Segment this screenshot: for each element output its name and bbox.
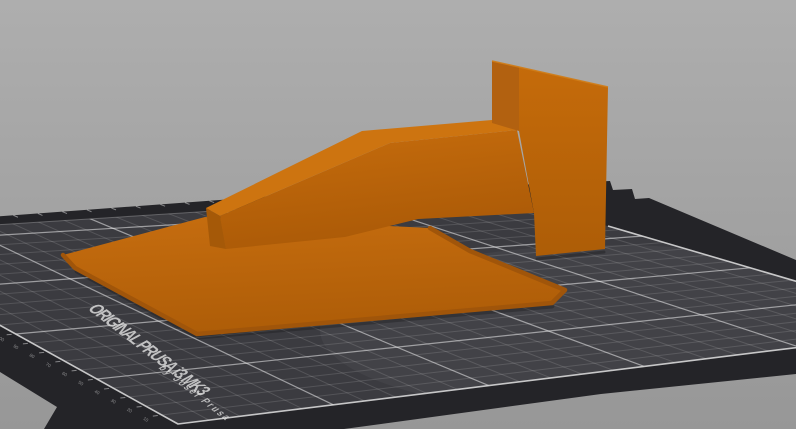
bed-grid-line [120, 397, 125, 398]
slicer-3d-viewport[interactable]: 1020304050607080901001101201301401501601… [0, 0, 796, 429]
bed-grid-line [88, 379, 93, 380]
model-wall-side [492, 61, 519, 131]
bed-grid-line [137, 406, 142, 407]
bed-grid-line [72, 370, 77, 371]
bed-grid-line [104, 388, 109, 389]
scene-canvas[interactable]: 1020304050607080901001101201301401501601… [0, 0, 796, 429]
bed-grid-line [153, 415, 158, 416]
